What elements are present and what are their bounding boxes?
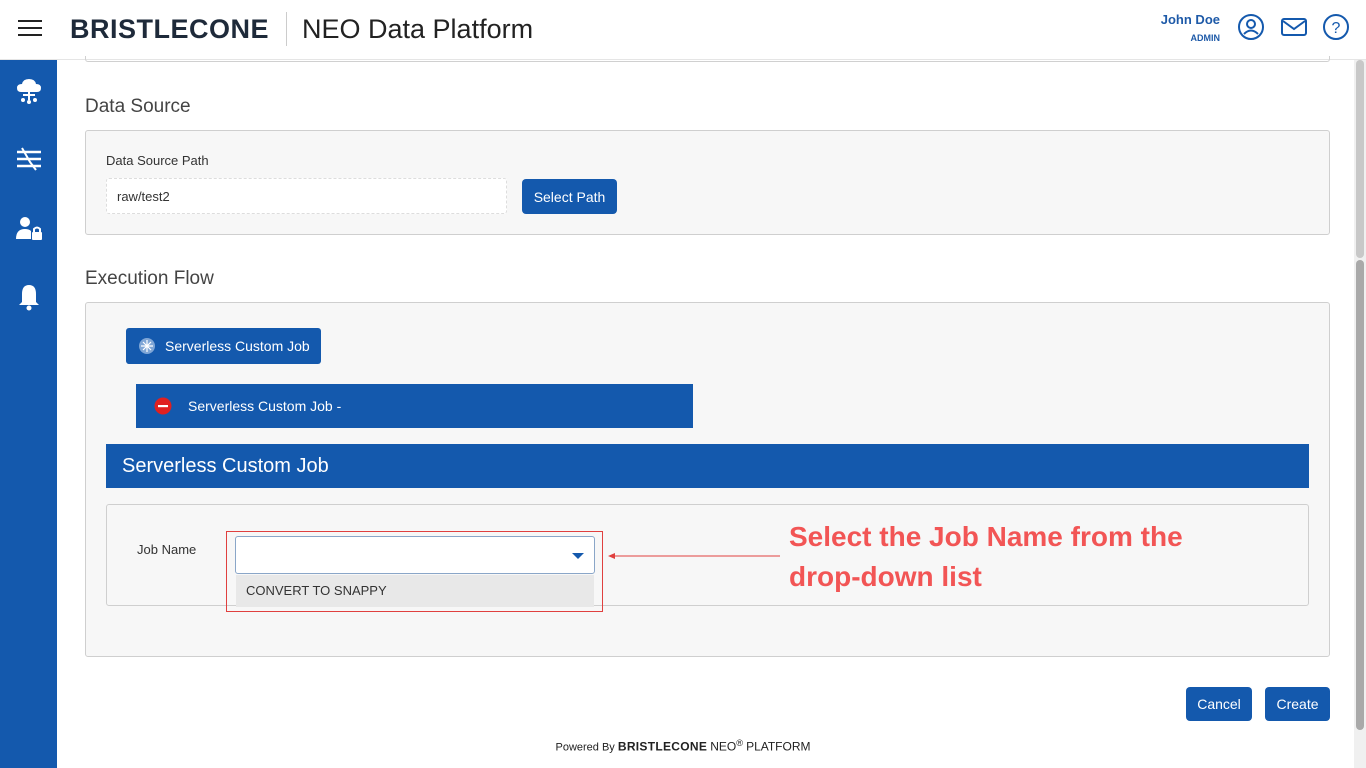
annotation-arrow-icon [608, 553, 780, 559]
page-scrollbar[interactable] [1354, 60, 1366, 768]
brand-logo: BRISTLECONE [70, 14, 270, 44]
scrollbar-track-upper [1356, 60, 1364, 258]
user-name: John Doe [1160, 12, 1220, 27]
footer: Powered By BRISTLECONE NEO® PLATFORM [0, 738, 1366, 754]
svg-text:?: ? [1332, 20, 1341, 37]
execution-flow-title: Execution Flow [85, 268, 214, 289]
footer-brand: BRISTLECONE [617, 739, 708, 754]
remove-step-icon[interactable] [154, 397, 172, 415]
account-circle-icon[interactable] [1237, 13, 1265, 41]
cancel-button[interactable]: Cancel [1186, 687, 1252, 721]
serverless-job-chip[interactable]: Serverless Custom Job [126, 328, 321, 364]
serverless-job-chip-label: Serverless Custom Job [165, 338, 310, 354]
sidebar [0, 60, 57, 768]
data-flow-icon[interactable] [14, 144, 44, 174]
serverless-job-step-label: Serverless Custom Job - [188, 398, 342, 414]
select-path-button[interactable]: Select Path [522, 179, 617, 214]
data-source-panel: Data Source Path raw/test2 Select Path [85, 130, 1330, 235]
hamburger-menu-icon[interactable] [18, 20, 42, 40]
footer-platform: PLATFORM [746, 739, 811, 754]
scrollbar-thumb[interactable] [1356, 260, 1364, 730]
annotation-highlight-box [226, 531, 603, 612]
user-lock-icon[interactable] [14, 213, 44, 243]
annotation-text-line-2: drop-down list [789, 561, 982, 592]
mail-icon[interactable] [1280, 13, 1308, 41]
user-info[interactable]: John Doe ADMIN [1161, 12, 1220, 43]
annotation-text-line-1: Select the Job Name from the [789, 521, 1183, 552]
data-source-path-label: Data Source Path [106, 153, 209, 168]
data-source-path-input[interactable]: raw/test2 [106, 178, 507, 214]
top-bar: BRISTLECONE NEO Data Platform John Doe A… [0, 0, 1366, 60]
create-button[interactable]: Create [1265, 687, 1330, 721]
help-circle-icon[interactable]: ? [1322, 13, 1350, 41]
footer-neo: NEO [710, 739, 737, 754]
footer-registered-mark: ® [736, 738, 743, 748]
footer-powered-by: Powered By [555, 741, 615, 754]
header-divider [286, 12, 287, 46]
serverless-job-step[interactable]: Serverless Custom Job - [136, 384, 693, 428]
previous-panel-edge [85, 56, 1330, 62]
job-name-label: Job Name [137, 542, 197, 557]
bell-icon[interactable] [14, 282, 44, 312]
user-role: ADMIN [1190, 33, 1221, 43]
snowflake-icon [138, 337, 156, 355]
main-content: Data Source Data Source Path raw/test2 S… [57, 56, 1354, 768]
cloud-network-icon[interactable] [14, 76, 44, 106]
page-title: NEO Data Platform [302, 14, 534, 44]
job-config-header: Serverless Custom Job [106, 444, 1309, 488]
data-source-title: Data Source [85, 96, 191, 117]
